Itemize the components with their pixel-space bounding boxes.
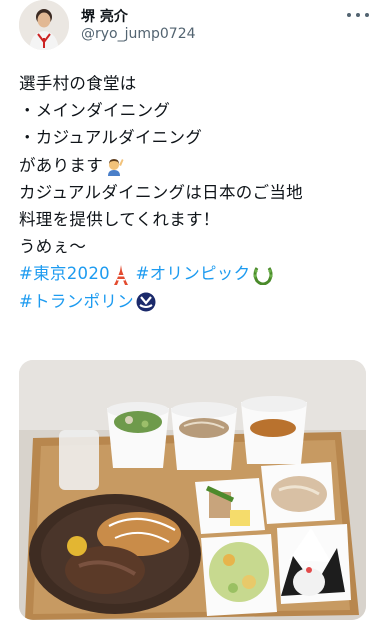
hashtag-trampoline[interactable]: #トランポリン bbox=[19, 292, 134, 311]
trampoline-emblem-emoji-icon bbox=[136, 292, 156, 312]
profile-photo-icon bbox=[19, 0, 69, 50]
hashtag-tokyo2020[interactable]: #東京2020 bbox=[19, 264, 110, 283]
tokyo-tower-emoji-icon bbox=[112, 264, 130, 285]
tweet-line-with-emoji: があります bbox=[19, 152, 369, 179]
tweet-line: 料理を提供してくれます！ bbox=[19, 209, 220, 229]
tweet-line: ・カジュアルダイニング bbox=[19, 128, 203, 148]
more-options-icon[interactable] bbox=[347, 8, 369, 22]
hashtag-line: #東京2020 #オリンピック bbox=[19, 260, 369, 287]
avatar[interactable] bbox=[19, 0, 69, 50]
tweet-line: ・メインダイニング bbox=[19, 101, 171, 121]
user-handle[interactable]: @ryo_jump0724 bbox=[81, 26, 196, 42]
hashtag-olympic[interactable]: #オリンピック bbox=[135, 264, 250, 283]
tweet-text: 選手村の食堂は ・メインダイニング ・カジュアルダイニング があります カジュア… bbox=[19, 70, 369, 315]
tweet-line: うめぇ〜 bbox=[19, 237, 87, 257]
hashtag-line: #トランポリン bbox=[19, 288, 369, 315]
tweet-line-text: があります bbox=[19, 155, 103, 175]
tweet-line: カジュアルダイニングは日本のご当地 bbox=[19, 182, 303, 202]
person-raising-hand-emoji-icon bbox=[105, 156, 125, 177]
display-name[interactable]: 堺 亮介 bbox=[81, 6, 128, 26]
tweet-header: 堺 亮介 @ryo_jump0724 bbox=[0, 0, 385, 56]
tweet-line: 選手村の食堂は bbox=[19, 74, 137, 93]
food-tray-photo-icon bbox=[19, 360, 366, 620]
olympic-wreath-emoji-icon bbox=[252, 265, 274, 285]
attached-photo[interactable] bbox=[19, 360, 366, 620]
